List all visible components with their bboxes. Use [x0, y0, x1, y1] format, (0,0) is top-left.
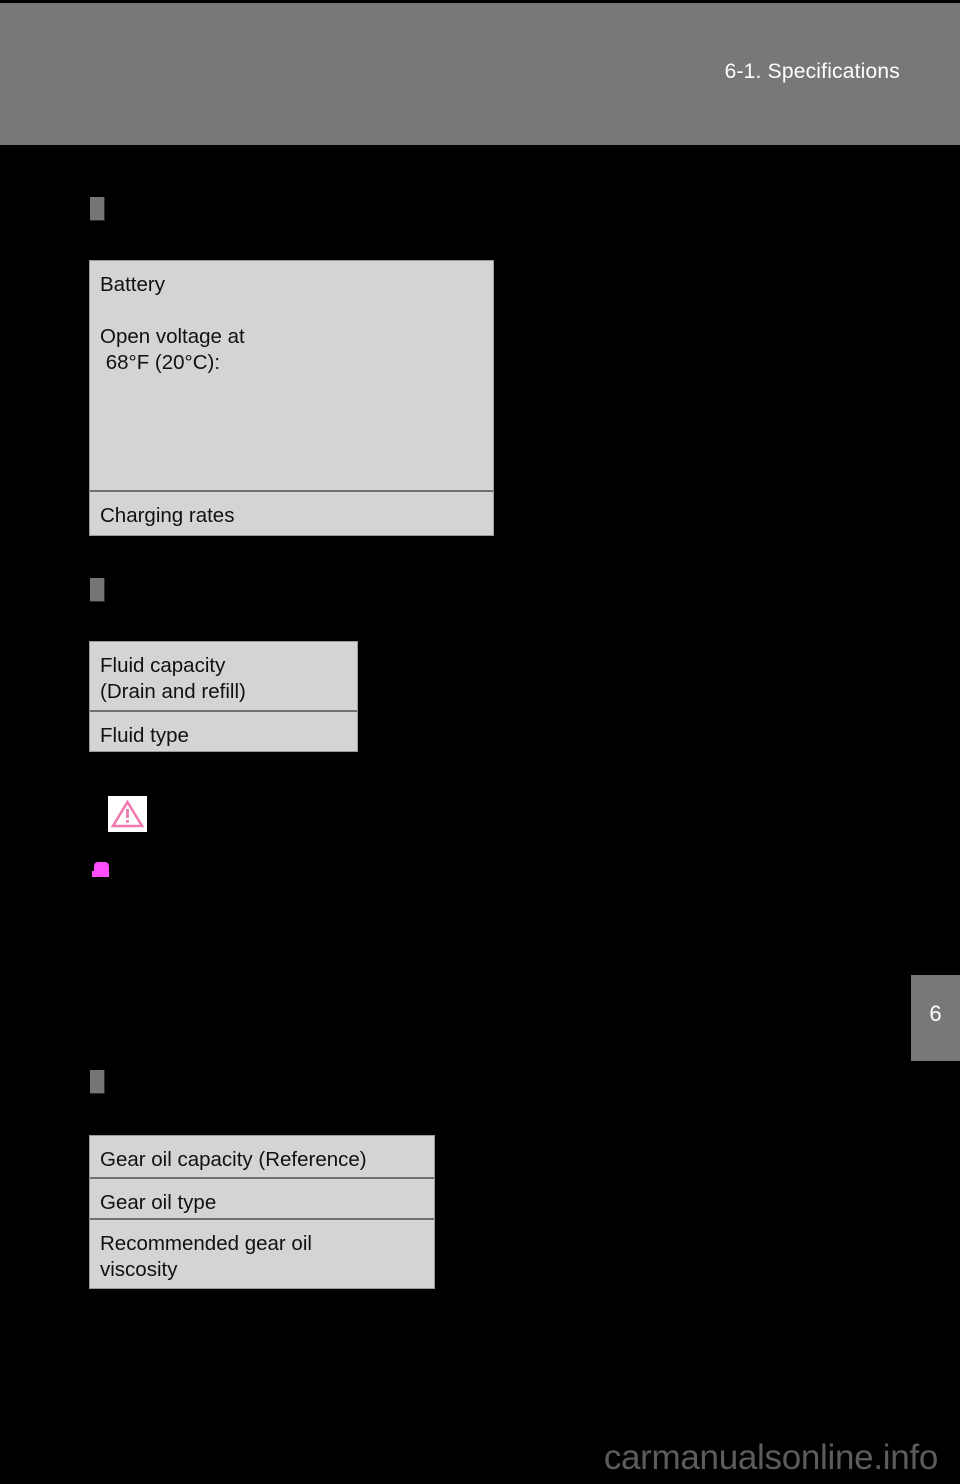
cell-label-line: 68°F (20°C): — [100, 351, 221, 374]
section-marker-icon — [90, 578, 105, 602]
page-header-band: 6-1. Specifications — [0, 3, 960, 145]
spec-table-battery: Battery Open voltage at 68°F (20°C): Cha… — [89, 260, 494, 536]
table-row: Battery Open voltage at 68°F (20°C): — [90, 261, 493, 490]
table-row: Gear oil capacity (Reference) — [90, 1136, 434, 1177]
section-marker-icon — [90, 1070, 105, 1094]
site-watermark: carmanualsonline.info — [603, 1438, 938, 1477]
cell-label-line: viscosity — [100, 1258, 178, 1281]
table-row: Fluid capacity (Drain and refill) — [90, 642, 357, 710]
spec-table-differential-gear-oil: Gear oil capacity (Reference) Gear oil t… — [89, 1135, 435, 1289]
chapter-tab-number: 6 — [929, 1001, 942, 1026]
cell-label-line: Gear oil capacity (Reference) — [100, 1148, 367, 1171]
section-marker-icon — [90, 197, 105, 221]
warning-triangle-icon — [108, 796, 147, 832]
cell-label-line: Open voltage at — [100, 325, 245, 348]
cell-label-line: Gear oil type — [100, 1191, 217, 1214]
notice-bullet-icon — [92, 862, 109, 877]
spec-table-transmission-fluid: Fluid capacity (Drain and refill) Fluid … — [89, 641, 358, 752]
cell-label-line: Fluid type — [100, 724, 189, 747]
table-row: Gear oil type — [90, 1177, 434, 1218]
cell-label-line: (Drain and refill) — [100, 680, 246, 703]
chapter-tab: 6 — [911, 975, 960, 1061]
cell-label-line: Battery — [100, 273, 165, 296]
cell-spacer-line — [100, 298, 493, 324]
cell-label-line: Fluid capacity — [100, 654, 226, 677]
table-row: Charging rates — [90, 490, 493, 535]
cell-label-line: Charging rates — [100, 504, 235, 527]
cell-label-line: Recommended gear oil — [100, 1232, 312, 1255]
table-row: Fluid type — [90, 710, 357, 751]
page-title: 6-1. Specifications — [724, 60, 900, 83]
table-row: Recommended gear oil viscosity — [90, 1218, 434, 1288]
